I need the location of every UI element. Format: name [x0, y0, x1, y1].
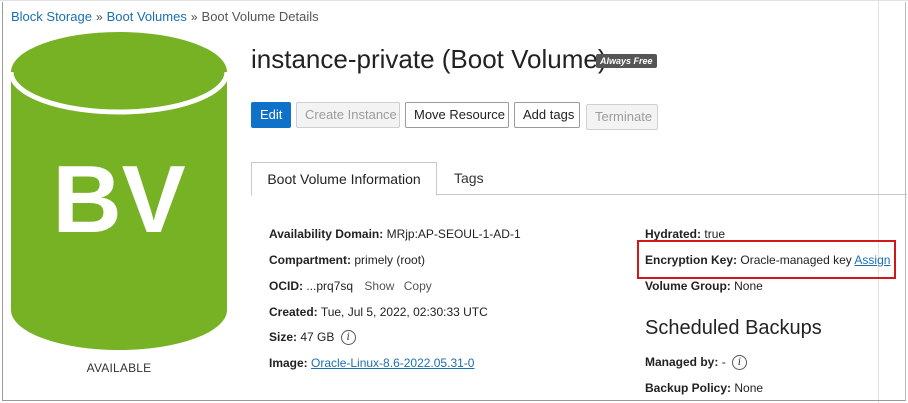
assign-link[interactable]: Assign [854, 253, 890, 267]
breadcrumb-separator: » [190, 10, 198, 24]
backup-policy-label: Backup Policy: [645, 381, 732, 395]
volume-group-label: Volume Group: [645, 279, 731, 293]
ocid-show-link[interactable]: Show [364, 279, 394, 293]
status-label: AVAILABLE [86, 361, 152, 375]
size-value: 47 GB [300, 330, 335, 344]
managed-by-row: Managed by: - i [645, 355, 748, 371]
scheduled-backups-title: Scheduled Backups [645, 317, 822, 339]
breadcrumb-block-storage[interactable]: Block Storage [11, 9, 92, 24]
info-icon[interactable]: i [340, 330, 356, 346]
hydrated-row: Hydrated: true [645, 227, 725, 241]
size-row: Size: 47 GB i [269, 330, 356, 346]
compartment-value: primely (root) [354, 253, 426, 267]
image-row: Image: Oracle-Linux-8.6-2022.05.31-0 [269, 356, 474, 370]
size-label: Size: [269, 330, 298, 344]
ocid-row: OCID: ...prq7sq Show Copy [269, 279, 432, 293]
logo-text: BV [52, 146, 185, 253]
image-label: Image: [269, 356, 308, 370]
ocid-value: ...prq7sq [306, 279, 354, 293]
breadcrumb-boot-volumes[interactable]: Boot Volumes [107, 9, 187, 24]
page-title: instance-private (Boot Volume) [251, 44, 607, 74]
encryption-key-label: Encryption Key: [645, 253, 738, 267]
compartment-row: Compartment: primely (root) [269, 253, 425, 267]
ocid-label: OCID: [269, 279, 303, 293]
created-row: Created: Tue, Jul 5, 2022, 02:30:33 UTC [269, 305, 488, 319]
backup-policy-row: Backup Policy: None [645, 381, 763, 395]
backup-policy-value: None [734, 381, 764, 395]
hydrated-label: Hydrated: [645, 227, 702, 241]
add-tags-button[interactable]: Add tags [514, 102, 580, 128]
image-link[interactable]: Oracle-Linux-8.6-2022.05.31-0 [311, 356, 474, 370]
ocid-copy-link[interactable]: Copy [404, 279, 432, 293]
info-icon[interactable]: i [732, 355, 748, 371]
breadcrumb-separator: » [95, 10, 103, 24]
managed-by-value: - [721, 355, 726, 369]
encryption-key-row: Encryption Key: Oracle-managed key Assig… [645, 253, 890, 267]
availability-domain-value: MRjp:AP-SEOUL-1-AD-1 [386, 227, 521, 241]
breadcrumb: Block Storage» Boot Volumes» Boot Volume D… [11, 9, 319, 24]
created-value: Tue, Jul 5, 2022, 02:30:33 UTC [320, 305, 488, 319]
managed-by-label: Managed by: [645, 355, 719, 369]
breadcrumb-current: Boot Volume Details [201, 9, 319, 24]
terminate-button[interactable]: Terminate [586, 104, 658, 130]
move-resource-button[interactable]: Move Resource [405, 102, 509, 128]
compartment-label: Compartment: [269, 253, 352, 267]
volume-group-value: None [734, 279, 763, 293]
volume-group-row: Volume Group: None [645, 279, 763, 293]
hydrated-value: true [704, 227, 726, 241]
availability-domain-row: Availability Domain: MRjp:AP-SEOUL-1-AD-… [269, 227, 521, 241]
availability-domain-label: Availability Domain: [269, 227, 384, 241]
create-instance-button[interactable]: Create Instance [296, 102, 400, 128]
always-free-badge: Always Free [596, 54, 657, 68]
tab-boot-volume-information[interactable]: Boot Volume Information [251, 162, 437, 196]
encryption-key-value: Oracle-managed key [740, 253, 852, 267]
created-label: Created: [269, 305, 318, 319]
edit-button[interactable]: Edit [251, 102, 291, 128]
boot-volume-icon: BV [11, 32, 227, 350]
tab-tags[interactable]: Tags [454, 170, 484, 186]
